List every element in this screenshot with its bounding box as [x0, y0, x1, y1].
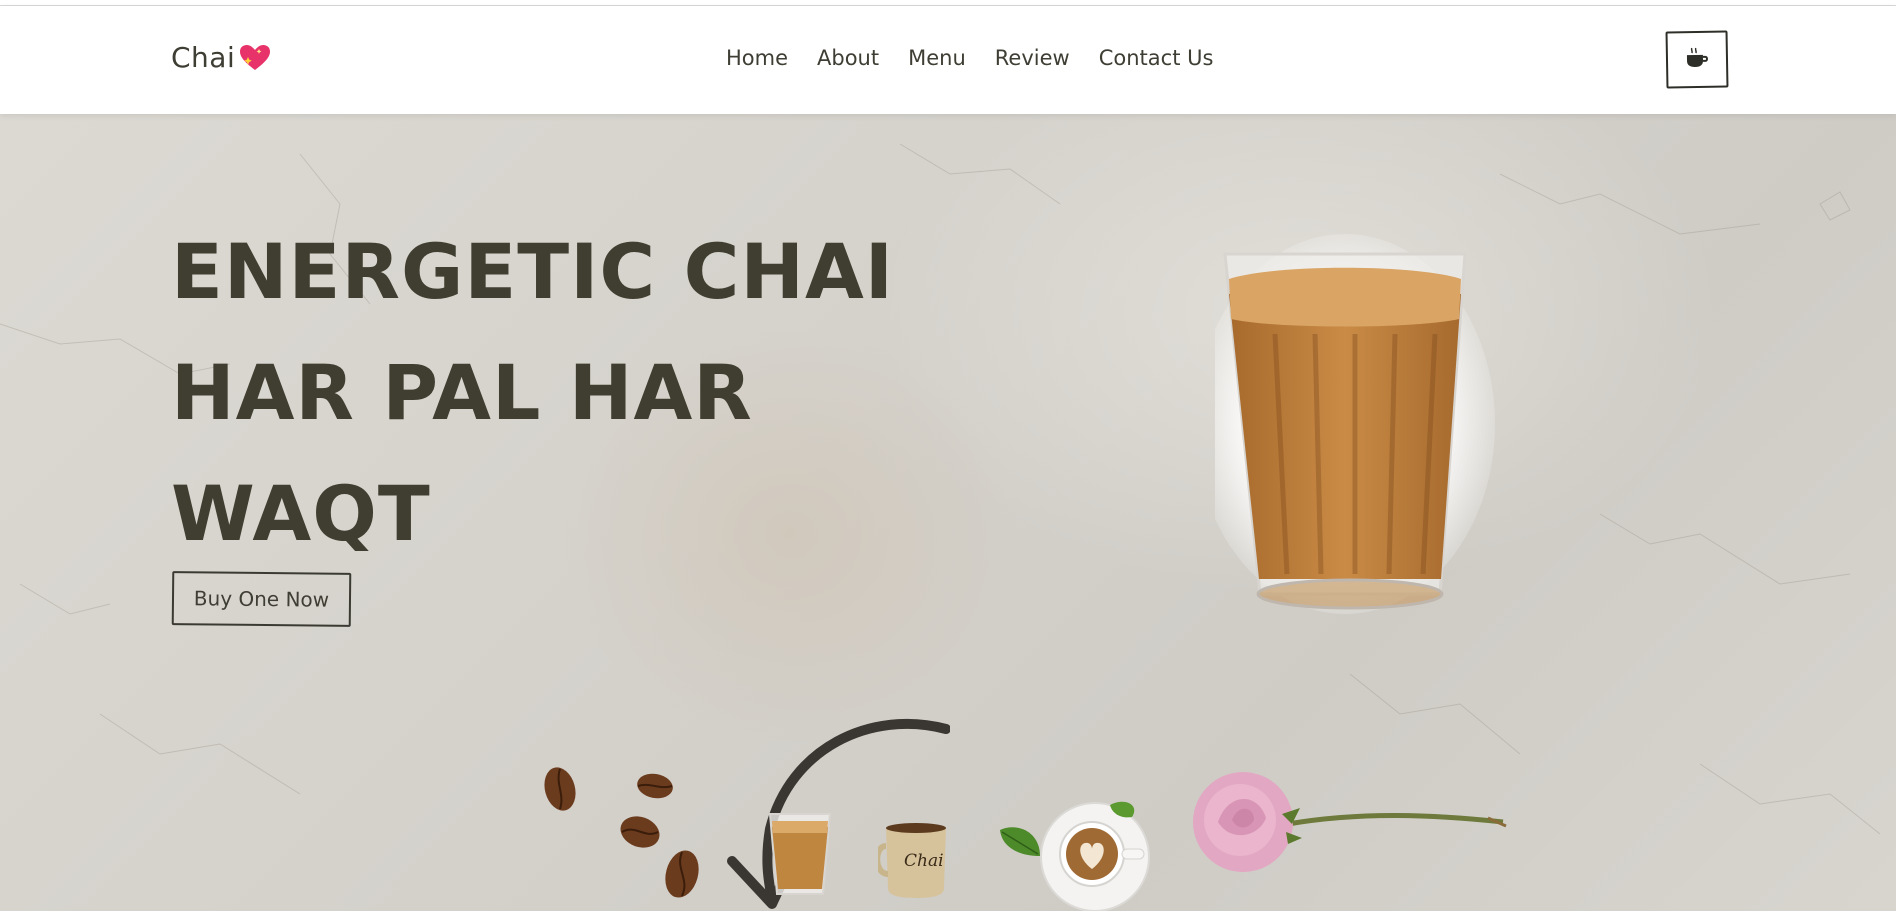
headline-line-2: HAR PAL HAR — [171, 348, 753, 437]
coffee-beans-image — [544, 767, 699, 898]
nav-contact-us[interactable]: Contact Us — [1099, 46, 1214, 70]
main-nav: Home About Menu Review Contact Us — [726, 46, 1242, 70]
brand-name: Chai — [171, 41, 236, 74]
nav-review[interactable]: Review — [995, 46, 1070, 70]
headline-line-3: WAQT — [171, 469, 431, 558]
headline-line-1: ENERGETIC CHAI — [171, 227, 895, 316]
leaf-image — [1000, 827, 1040, 856]
nav-home[interactable]: Home — [726, 46, 788, 70]
hero-headline: ENERGETIC CHAI HAR PAL HAR WAQT — [171, 211, 894, 574]
cappuccino-cup-image — [1040, 801, 1150, 911]
nav-menu[interactable]: Menu — [908, 46, 966, 70]
buy-one-now-button[interactable]: Buy One Now — [171, 571, 352, 627]
site-header: Chai Home About Menu Review Contact Us — [0, 6, 1896, 114]
hero-section: ENERGETIC CHAI HAR PAL HAR WAQT Buy One … — [0, 114, 1896, 911]
small-chai-glass-image — [768, 813, 832, 895]
coffee-cup-icon — [1685, 46, 1709, 72]
svg-text:Chai: Chai — [904, 851, 944, 871]
chai-mug-image: Chai — [878, 823, 946, 898]
cart-button[interactable] — [1665, 30, 1729, 89]
brand-logo[interactable]: Chai — [171, 41, 271, 74]
chai-glass-image — [1215, 234, 1495, 614]
pink-rose-image — [1193, 772, 1507, 872]
sparkling-heart-icon — [239, 44, 271, 72]
nav-about[interactable]: About — [817, 46, 879, 70]
